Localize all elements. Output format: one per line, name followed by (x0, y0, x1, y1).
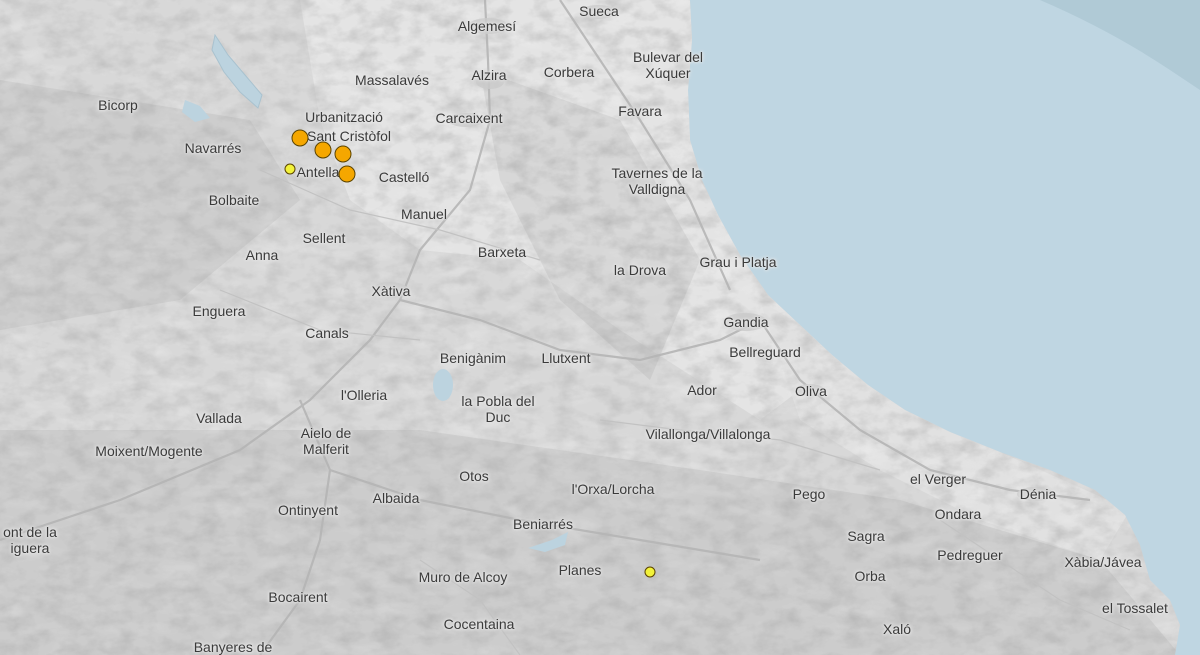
place-label: Carcaixent (435, 110, 503, 126)
place-label-line: Duc (485, 409, 511, 425)
place-label: el Verger (909, 471, 967, 487)
place-label: Navarrés (184, 140, 242, 156)
place-label: Benigànim (439, 350, 507, 366)
place-label: Oliva (795, 383, 827, 399)
place-label: Castelló (378, 169, 430, 185)
place-label: Corbera (543, 64, 595, 80)
place-label-line: la Pobla del (461, 393, 535, 409)
place-label: Planes (558, 562, 602, 578)
earthquake-marker[interactable] (644, 566, 656, 578)
place-label: l'Olleria (340, 387, 388, 403)
place-label: Barxeta (477, 244, 527, 260)
place-label: Grau i Platja (699, 254, 777, 270)
place-label: Moixent/Mogente (95, 443, 203, 459)
place-label: Cocentaina (443, 616, 515, 632)
place-label: Bolbaite (208, 192, 260, 208)
place-label: Muro de Alcoy (418, 569, 508, 585)
place-label: Anna (245, 247, 279, 263)
place-label: Antella (296, 164, 340, 180)
place-label: Massalavés (355, 72, 429, 88)
basemap (0, 0, 1200, 655)
place-label: Xàtiva (371, 283, 411, 299)
place-label: Ador (687, 382, 717, 398)
place-label: Bicorp (98, 97, 138, 113)
place-label: ont de la iguera (3, 524, 57, 556)
place-label-line: Aielo de (300, 425, 352, 441)
earthquake-marker[interactable] (338, 165, 356, 183)
place-label: Llutxent (541, 350, 591, 366)
place-label: el Tossalet (1102, 600, 1168, 616)
place-label: Vallada (196, 410, 242, 426)
place-label: Favara (618, 103, 662, 119)
place-label-line: Xúquer (645, 65, 691, 81)
place-label: Ondara (934, 506, 982, 522)
place-label: Gandia (723, 314, 769, 330)
earthquake-marker[interactable] (314, 141, 332, 159)
place-label: Xaló (882, 621, 912, 637)
earthquake-marker[interactable] (291, 129, 309, 147)
place-label: Bellreguard (729, 344, 801, 360)
place-label: Algemesí (457, 18, 517, 34)
place-label: la Drova (613, 262, 667, 278)
place-label: Vilallonga/Villalonga (645, 426, 771, 442)
place-label: Bocairent (268, 589, 328, 605)
place-label: Aielo de Malferit (301, 425, 352, 457)
place-label: Sueca (579, 3, 619, 19)
place-label: Xàbia/Jávea (1064, 554, 1142, 570)
place-label: l'Orxa/Lorcha (571, 481, 655, 497)
place-label: Otos (459, 468, 489, 484)
place-label: Sellent (302, 230, 346, 246)
place-label-line: Valldigna (628, 181, 686, 197)
place-label: Pedreguer (937, 547, 1003, 563)
earthquake-marker[interactable] (284, 163, 296, 175)
place-label-line: Tavernes de la (611, 165, 703, 181)
place-label-line: Bulevar del (632, 49, 704, 65)
map[interactable]: Algemesí Sueca Bulevar del Xúquer Massala… (0, 0, 1200, 655)
place-label: Manuel (401, 206, 447, 222)
place-label: Alzira (471, 67, 507, 83)
place-label: Banyeres de (193, 639, 273, 655)
place-label: Beniarrés (513, 516, 573, 532)
place-label: Bulevar del Xúquer (633, 49, 703, 81)
place-label-line: Malferit (303, 441, 349, 457)
place-label: Tavernes de la Valldigna (611, 165, 702, 197)
place-label: Ontinyent (278, 502, 338, 518)
place-label: Albaida (372, 490, 420, 506)
place-label: Enguera (192, 303, 246, 319)
place-label: Orba (854, 568, 886, 584)
place-label-line: iguera (10, 540, 50, 556)
place-label: Canals (305, 325, 349, 341)
place-label: Sagra (847, 528, 885, 544)
place-label: Dénia (1019, 486, 1057, 502)
place-label: la Pobla del Duc (461, 393, 534, 425)
earthquake-marker[interactable] (334, 145, 352, 163)
place-label: Urbanització (305, 109, 383, 125)
place-label: Pego (792, 486, 826, 502)
place-label-line: ont de la (3, 524, 57, 540)
